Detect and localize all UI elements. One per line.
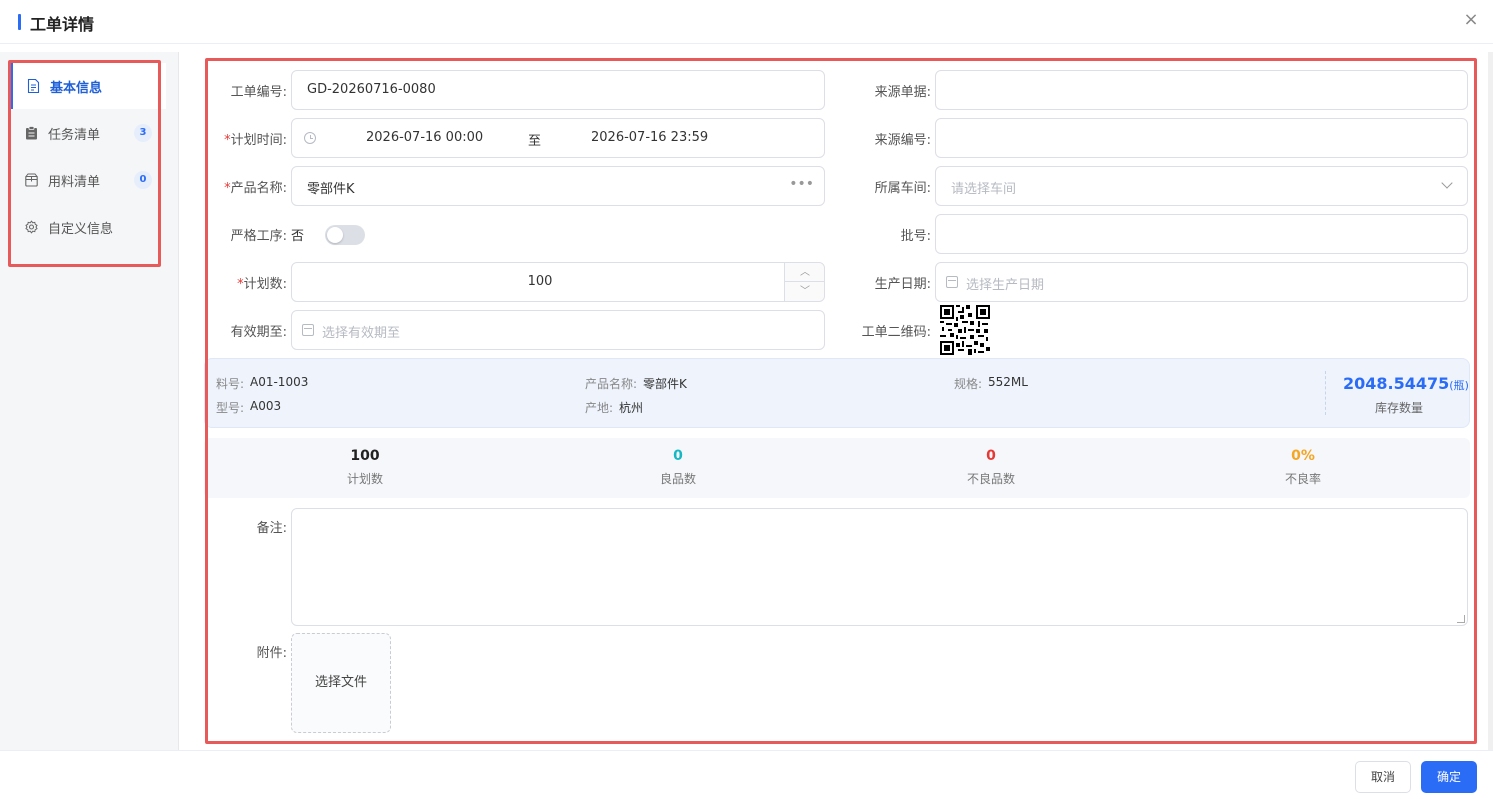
material-no-key: 料号:: [216, 377, 245, 391]
stat-value: 100: [350, 448, 380, 464]
sidebar-item-basic-info[interactable]: 基本信息: [11, 63, 166, 109]
document-icon: [27, 79, 40, 93]
workshop-select[interactable]: 请选择车间: [935, 166, 1468, 206]
stat-label: 不良品数: [966, 472, 1015, 486]
source-doc-field[interactable]: [935, 70, 1468, 110]
calendar-icon: [946, 276, 958, 288]
dialog-title: 工单详情: [30, 15, 95, 34]
stat-value: 0%: [1291, 448, 1315, 464]
main-form: 工单编号: GD-20260716-0080 来源单据: *计划时间: 2026…: [180, 52, 1493, 750]
toggle-knob: [327, 227, 343, 243]
count-badge: 3: [134, 124, 152, 142]
strict-process-toggle[interactable]: [325, 225, 365, 245]
spec-key: 规格:: [954, 377, 983, 391]
order-no-value: GD-20260716-0080: [307, 82, 436, 97]
more-icon[interactable]: •••: [789, 176, 814, 192]
stock-divider: [1325, 371, 1326, 415]
source-doc-label: 来源单据:: [874, 85, 931, 100]
resize-handle[interactable]: [1457, 615, 1465, 623]
plan-qty-value: 100: [527, 274, 553, 289]
batch-no-label: 批号:: [900, 229, 931, 244]
stat-label: 良品数: [659, 472, 696, 486]
stock-quantity: 2048.54475(瓶): [1343, 374, 1469, 393]
order-no-label: 工单编号:: [230, 85, 287, 100]
stat-good-qty: 0 良品数: [598, 448, 758, 487]
plan-time-range-picker[interactable]: 2026-07-16 00:00 至 2026-07-16 23:59: [291, 118, 825, 158]
select-file-button[interactable]: 选择文件: [291, 633, 391, 733]
sidebar-item-label: 基本信息: [50, 81, 103, 96]
remark-textarea[interactable]: [291, 508, 1468, 626]
material-no-value: A01-1003: [250, 375, 309, 389]
stat-value: 0: [986, 448, 996, 464]
stat-defect-rate: 0% 不良率: [1223, 448, 1383, 487]
clipboard-icon: [26, 126, 37, 140]
plan-qty-label: *计划数:: [237, 277, 287, 292]
attachment-label: 附件:: [256, 646, 287, 661]
expiry-placeholder: 选择有效期至: [322, 326, 401, 341]
workshop-label: 所属车间:: [874, 181, 931, 196]
strict-process-value: 否: [291, 229, 305, 244]
stat-value: 0: [673, 448, 683, 464]
product-info-bar: 料号: A01-1003 型号: A003 产品名称: 零部件K 产地: 杭州 …: [204, 358, 1470, 428]
info-product-key: 产品名称:: [585, 377, 638, 391]
plan-time-label: *计划时间:: [224, 133, 287, 148]
workshop-placeholder: 请选择车间: [951, 182, 1017, 197]
count-badge: 0: [134, 171, 152, 189]
product-name-value: 零部件K: [307, 182, 355, 197]
chevron-down-icon: [1441, 177, 1453, 189]
product-name-label: *产品名称:: [224, 181, 287, 196]
plan-end-time: 2026-07-16 23:59: [591, 130, 709, 145]
stats-bar: 100 计划数 0 良品数 0 不良品数 0% 不良率: [204, 438, 1470, 498]
increment-icon[interactable]: ︿: [785, 263, 825, 282]
sidebar-item-material-list[interactable]: 用料清单 0: [11, 157, 166, 203]
clock-icon: [304, 132, 316, 144]
remark-label: 备注:: [256, 521, 287, 536]
qrcode-label: 工单二维码:: [861, 325, 931, 340]
model-key: 型号:: [216, 401, 245, 415]
sidebar-item-label: 任务清单: [48, 128, 101, 143]
source-no-field[interactable]: [935, 118, 1468, 158]
plan-start-time: 2026-07-16 00:00: [366, 130, 484, 145]
confirm-button[interactable]: 确定: [1421, 761, 1477, 793]
cancel-button[interactable]: 取消: [1355, 761, 1411, 793]
expiry-date-picker[interactable]: 选择有效期至: [291, 310, 825, 350]
prod-date-label: 生产日期:: [874, 277, 931, 292]
dialog-header: 工单详情 ×: [0, 0, 1493, 44]
stat-plan-qty: 100 计划数: [285, 448, 445, 487]
stat-label: 计划数: [346, 472, 383, 486]
qrcode-image[interactable]: [940, 305, 990, 355]
model-value: A003: [250, 399, 282, 413]
prod-date-placeholder: 选择生产日期: [966, 278, 1045, 293]
prod-date-picker[interactable]: 选择生产日期: [935, 262, 1468, 302]
calendar-icon: [302, 324, 314, 336]
stepper-controls: ︿ ﹀: [784, 263, 825, 301]
stat-label: 不良率: [1284, 472, 1321, 486]
dialog-footer: 取消 确定: [0, 750, 1493, 799]
package-icon: [25, 173, 38, 187]
expiry-label: 有效期至:: [230, 325, 287, 340]
stock-label: 库存数量: [1375, 401, 1424, 415]
scrollbar[interactable]: [1488, 52, 1493, 750]
info-product-value: 零部件K: [643, 377, 687, 391]
order-no-field[interactable]: GD-20260716-0080: [291, 70, 825, 110]
stat-defect-qty: 0 不良品数: [911, 448, 1071, 487]
batch-no-field[interactable]: [935, 214, 1468, 254]
gear-icon: [25, 220, 38, 234]
plan-qty-stepper[interactable]: 100 ︿ ﹀: [291, 262, 825, 302]
decrement-icon[interactable]: ﹀: [785, 282, 825, 301]
source-no-label: 来源编号:: [874, 133, 931, 148]
strict-process-label: 严格工序:: [230, 229, 287, 244]
sidebar-item-task-list[interactable]: 任务清单 3: [11, 110, 166, 156]
sidebar-item-label: 自定义信息: [48, 222, 114, 237]
spec-value: 552ML: [988, 375, 1028, 389]
origin-value: 杭州: [619, 401, 644, 415]
origin-key: 产地:: [585, 401, 614, 415]
sidebar-item-label: 用料清单: [48, 175, 101, 190]
sidebar-item-custom-info[interactable]: 自定义信息: [11, 204, 166, 250]
close-icon[interactable]: ×: [1461, 10, 1481, 30]
range-separator: 至: [528, 134, 542, 149]
sidebar: 基本信息 任务清单 3 用料清单 0 自定义信息: [0, 52, 179, 750]
title-accent-bar: [18, 14, 21, 30]
product-name-field[interactable]: 零部件K •••: [291, 166, 825, 206]
